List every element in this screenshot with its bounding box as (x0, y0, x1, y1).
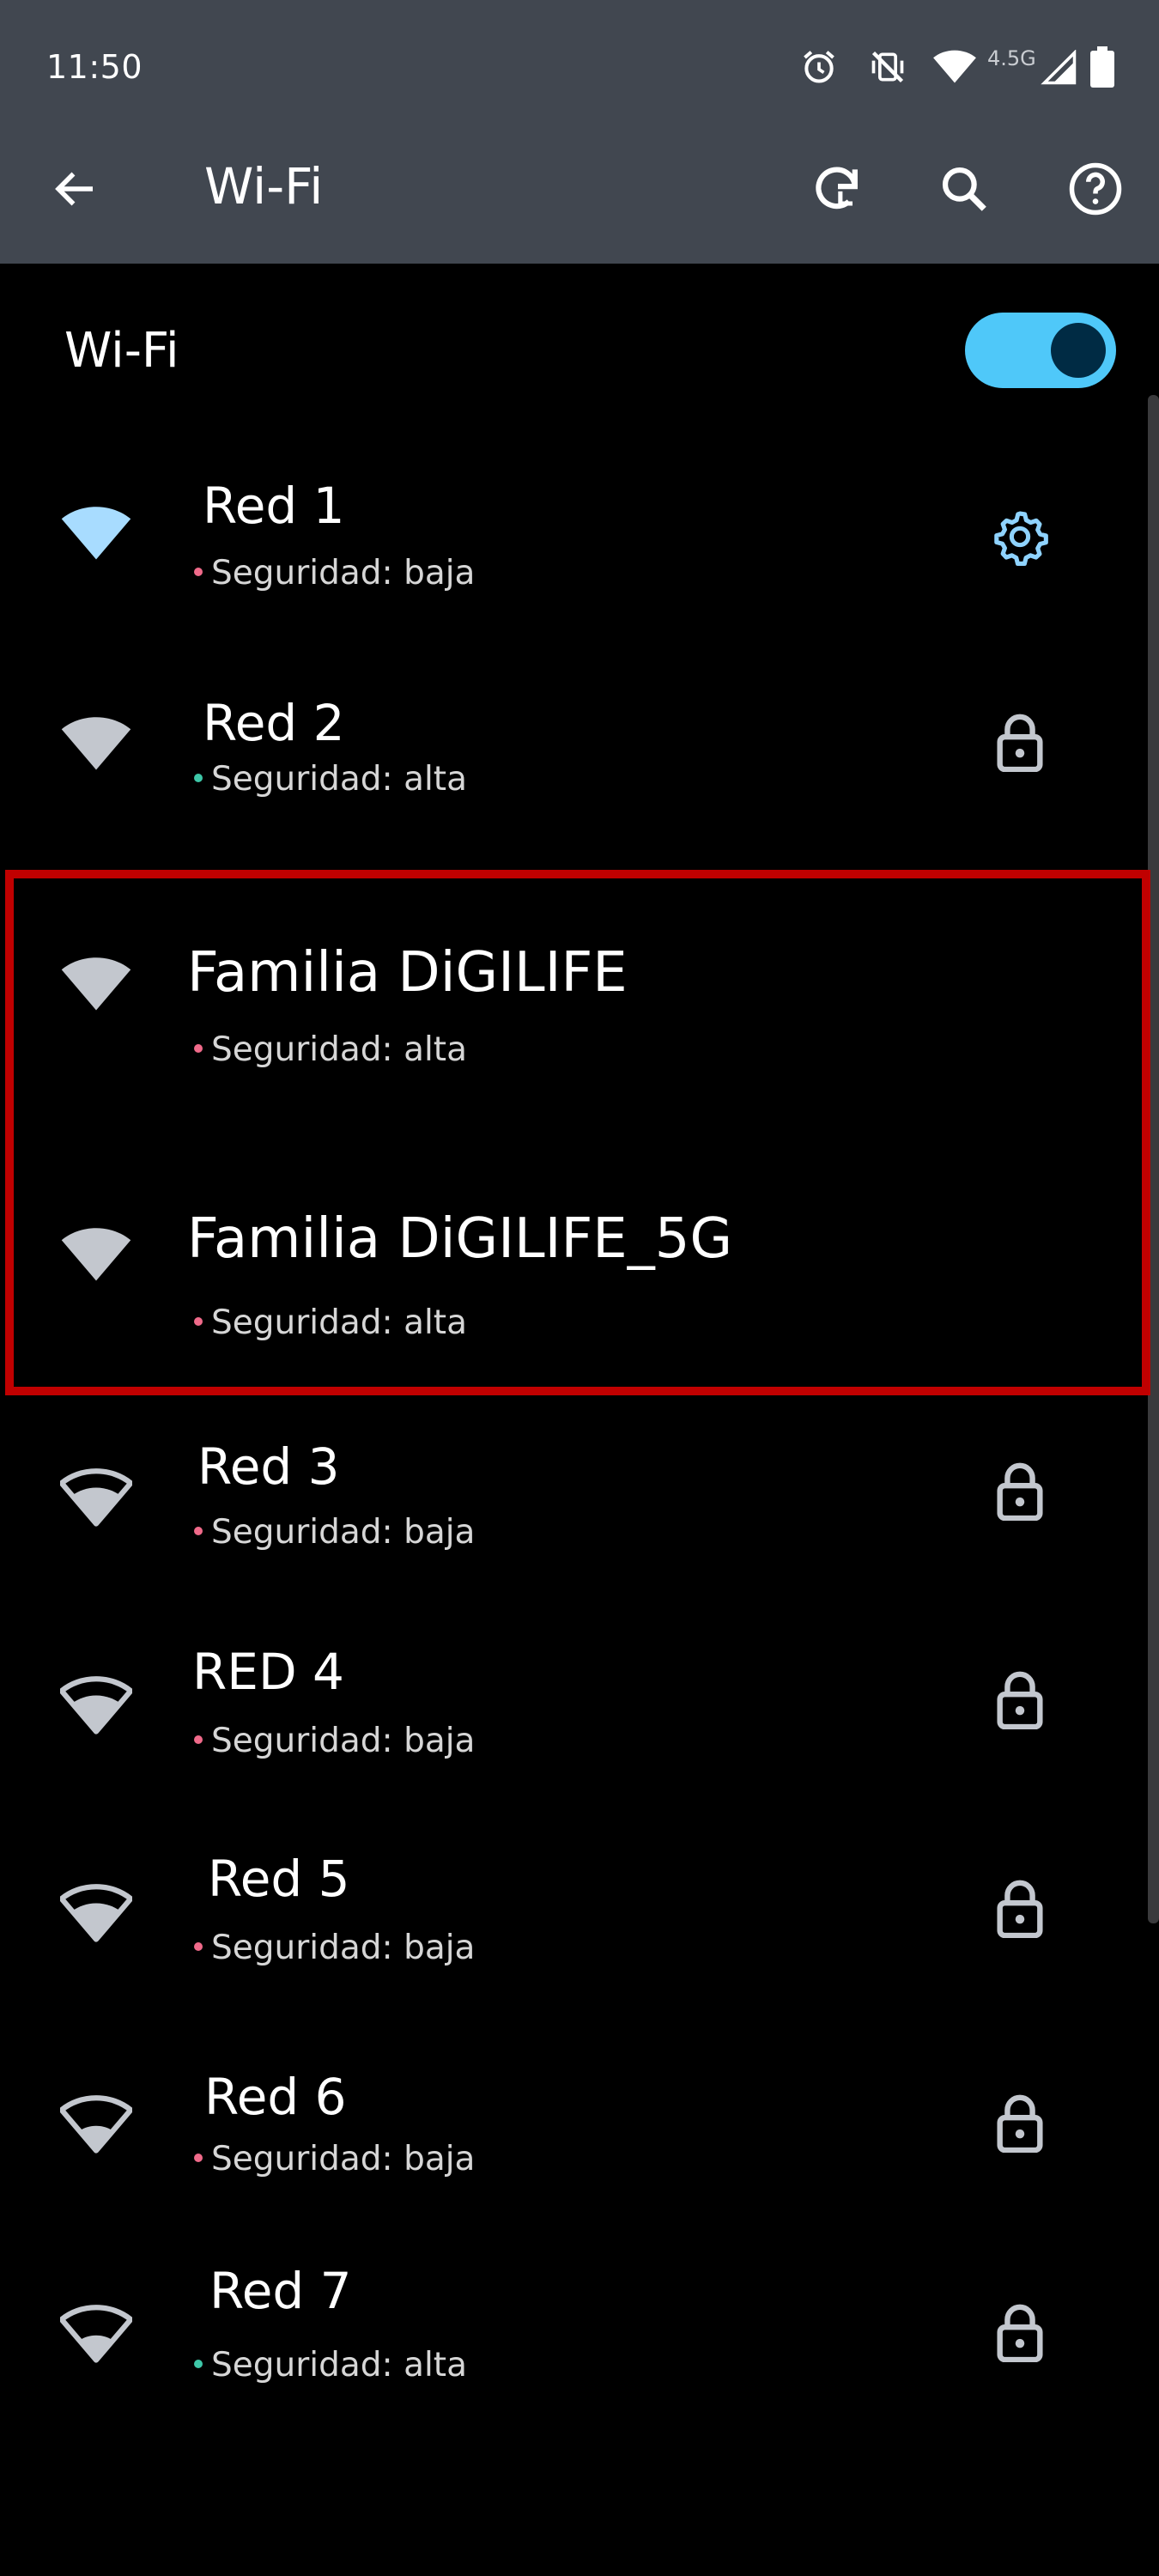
network-row-red-4[interactable]: RED 4 Seguridad: baja (0, 1636, 1142, 1807)
security-prefix: Seguridad: (211, 760, 393, 799)
network-security: Seguridad: baja (194, 2140, 475, 2178)
wifi-master-label: Wi-Fi (64, 323, 179, 379)
network-type-label: 4.5G (987, 46, 1036, 70)
security-prefix: Seguridad: (211, 2346, 393, 2385)
back-arrow-icon (55, 172, 93, 206)
lock-indicator (987, 709, 1053, 775)
security-level: alta (404, 760, 467, 799)
security-dot (194, 1735, 203, 1744)
security-prefix: Seguridad: (211, 2140, 393, 2178)
network-name: Red 5 (208, 1850, 350, 1908)
security-dot (194, 1941, 203, 1951)
help-icon (1069, 162, 1122, 216)
wifi-strength-medium-icon (60, 1468, 132, 1527)
security-dot (194, 2359, 203, 2368)
lock-indicator (987, 1458, 1053, 1523)
wifi-strength-medium-icon (60, 1884, 132, 1942)
network-security: Seguridad: alta (194, 2346, 467, 2385)
security-prefix: Seguridad: (211, 554, 393, 592)
lock-icon (997, 2094, 1043, 2153)
security-level: baja (404, 1722, 476, 1760)
network-settings-button[interactable] (987, 504, 1053, 569)
security-level: alta (404, 2346, 467, 2385)
wifi-signal-icon (933, 50, 976, 83)
toggle-knob (1051, 323, 1106, 378)
security-dot (194, 1526, 203, 1535)
page-title: Wi-Fi (204, 157, 324, 216)
network-name: Red 2 (203, 694, 345, 752)
security-level: baja (404, 1929, 476, 1967)
lock-indicator (987, 2300, 1053, 2365)
wifi-strength-full-icon (61, 717, 131, 770)
security-dot (194, 773, 203, 782)
search-button[interactable] (930, 155, 998, 223)
search-icon (942, 167, 986, 211)
network-security: Seguridad: baja (194, 1722, 475, 1760)
wifi-strength-medium-icon (60, 1676, 132, 1735)
network-row-red-2[interactable]: Red 2 Seguridad: alta (0, 670, 1142, 841)
help-button[interactable] (1061, 155, 1130, 223)
lock-icon (997, 714, 1043, 772)
status-time: 11:50 (46, 48, 143, 86)
security-dot (194, 567, 203, 576)
network-name: Red 7 (209, 2262, 352, 2320)
security-level: baja (404, 554, 476, 592)
security-prefix: Seguridad: (211, 1513, 393, 1552)
refresh-icon (816, 167, 858, 210)
lock-indicator (987, 1875, 1053, 1941)
gear-icon (994, 511, 1048, 566)
network-security: Seguridad: baja (194, 554, 475, 592)
alarm-icon (804, 51, 834, 83)
network-row-red-6[interactable]: Red 6 Seguridad: baja (0, 2061, 1142, 2233)
lock-icon (997, 2304, 1043, 2362)
security-dot (194, 2153, 203, 2162)
vibrate-off-icon (871, 51, 904, 83)
network-security: Seguridad: alta (194, 760, 467, 799)
lock-indicator (987, 1667, 1053, 1732)
cell-signal-icon (1041, 50, 1077, 85)
security-level: baja (404, 1513, 476, 1552)
highlight-box (5, 870, 1150, 1395)
network-security: Seguridad: baja (194, 1929, 475, 1967)
network-name: Red 1 (203, 477, 345, 535)
battery-icon (1090, 46, 1114, 88)
network-name: Red 6 (204, 2068, 347, 2126)
lock-icon (997, 1462, 1043, 1521)
lock-icon (997, 1671, 1043, 1729)
refresh-button[interactable] (804, 155, 872, 223)
network-row-red-7[interactable]: Red 7 Seguridad: alta (0, 2258, 1142, 2430)
wifi-master-switch-row[interactable]: Wi-Fi (0, 292, 1159, 412)
wifi-toggle[interactable] (965, 313, 1116, 388)
wifi-strength-low-icon (60, 2095, 132, 2154)
wifi-strength-full-icon (61, 507, 131, 560)
lock-indicator (987, 2090, 1053, 2155)
network-row-red-3[interactable]: Red 3 Seguridad: baja (0, 1425, 1142, 1597)
back-button[interactable] (41, 155, 110, 223)
top-bar: 11:50 4.5G Wi-Fi (0, 0, 1159, 264)
lock-icon (997, 1880, 1043, 1938)
network-name: Red 3 (197, 1437, 340, 1496)
wifi-strength-low-icon (60, 2305, 132, 2363)
security-prefix: Seguridad: (211, 1722, 393, 1760)
network-name: RED 4 (192, 1643, 344, 1701)
network-row-red-5[interactable]: Red 5 Seguridad: baja (0, 1846, 1142, 2018)
network-security: Seguridad: baja (194, 1513, 475, 1552)
security-prefix: Seguridad: (211, 1929, 393, 1967)
security-level: baja (404, 2140, 476, 2178)
network-row-red-1[interactable]: Red 1 Seguridad: baja (0, 451, 1142, 623)
